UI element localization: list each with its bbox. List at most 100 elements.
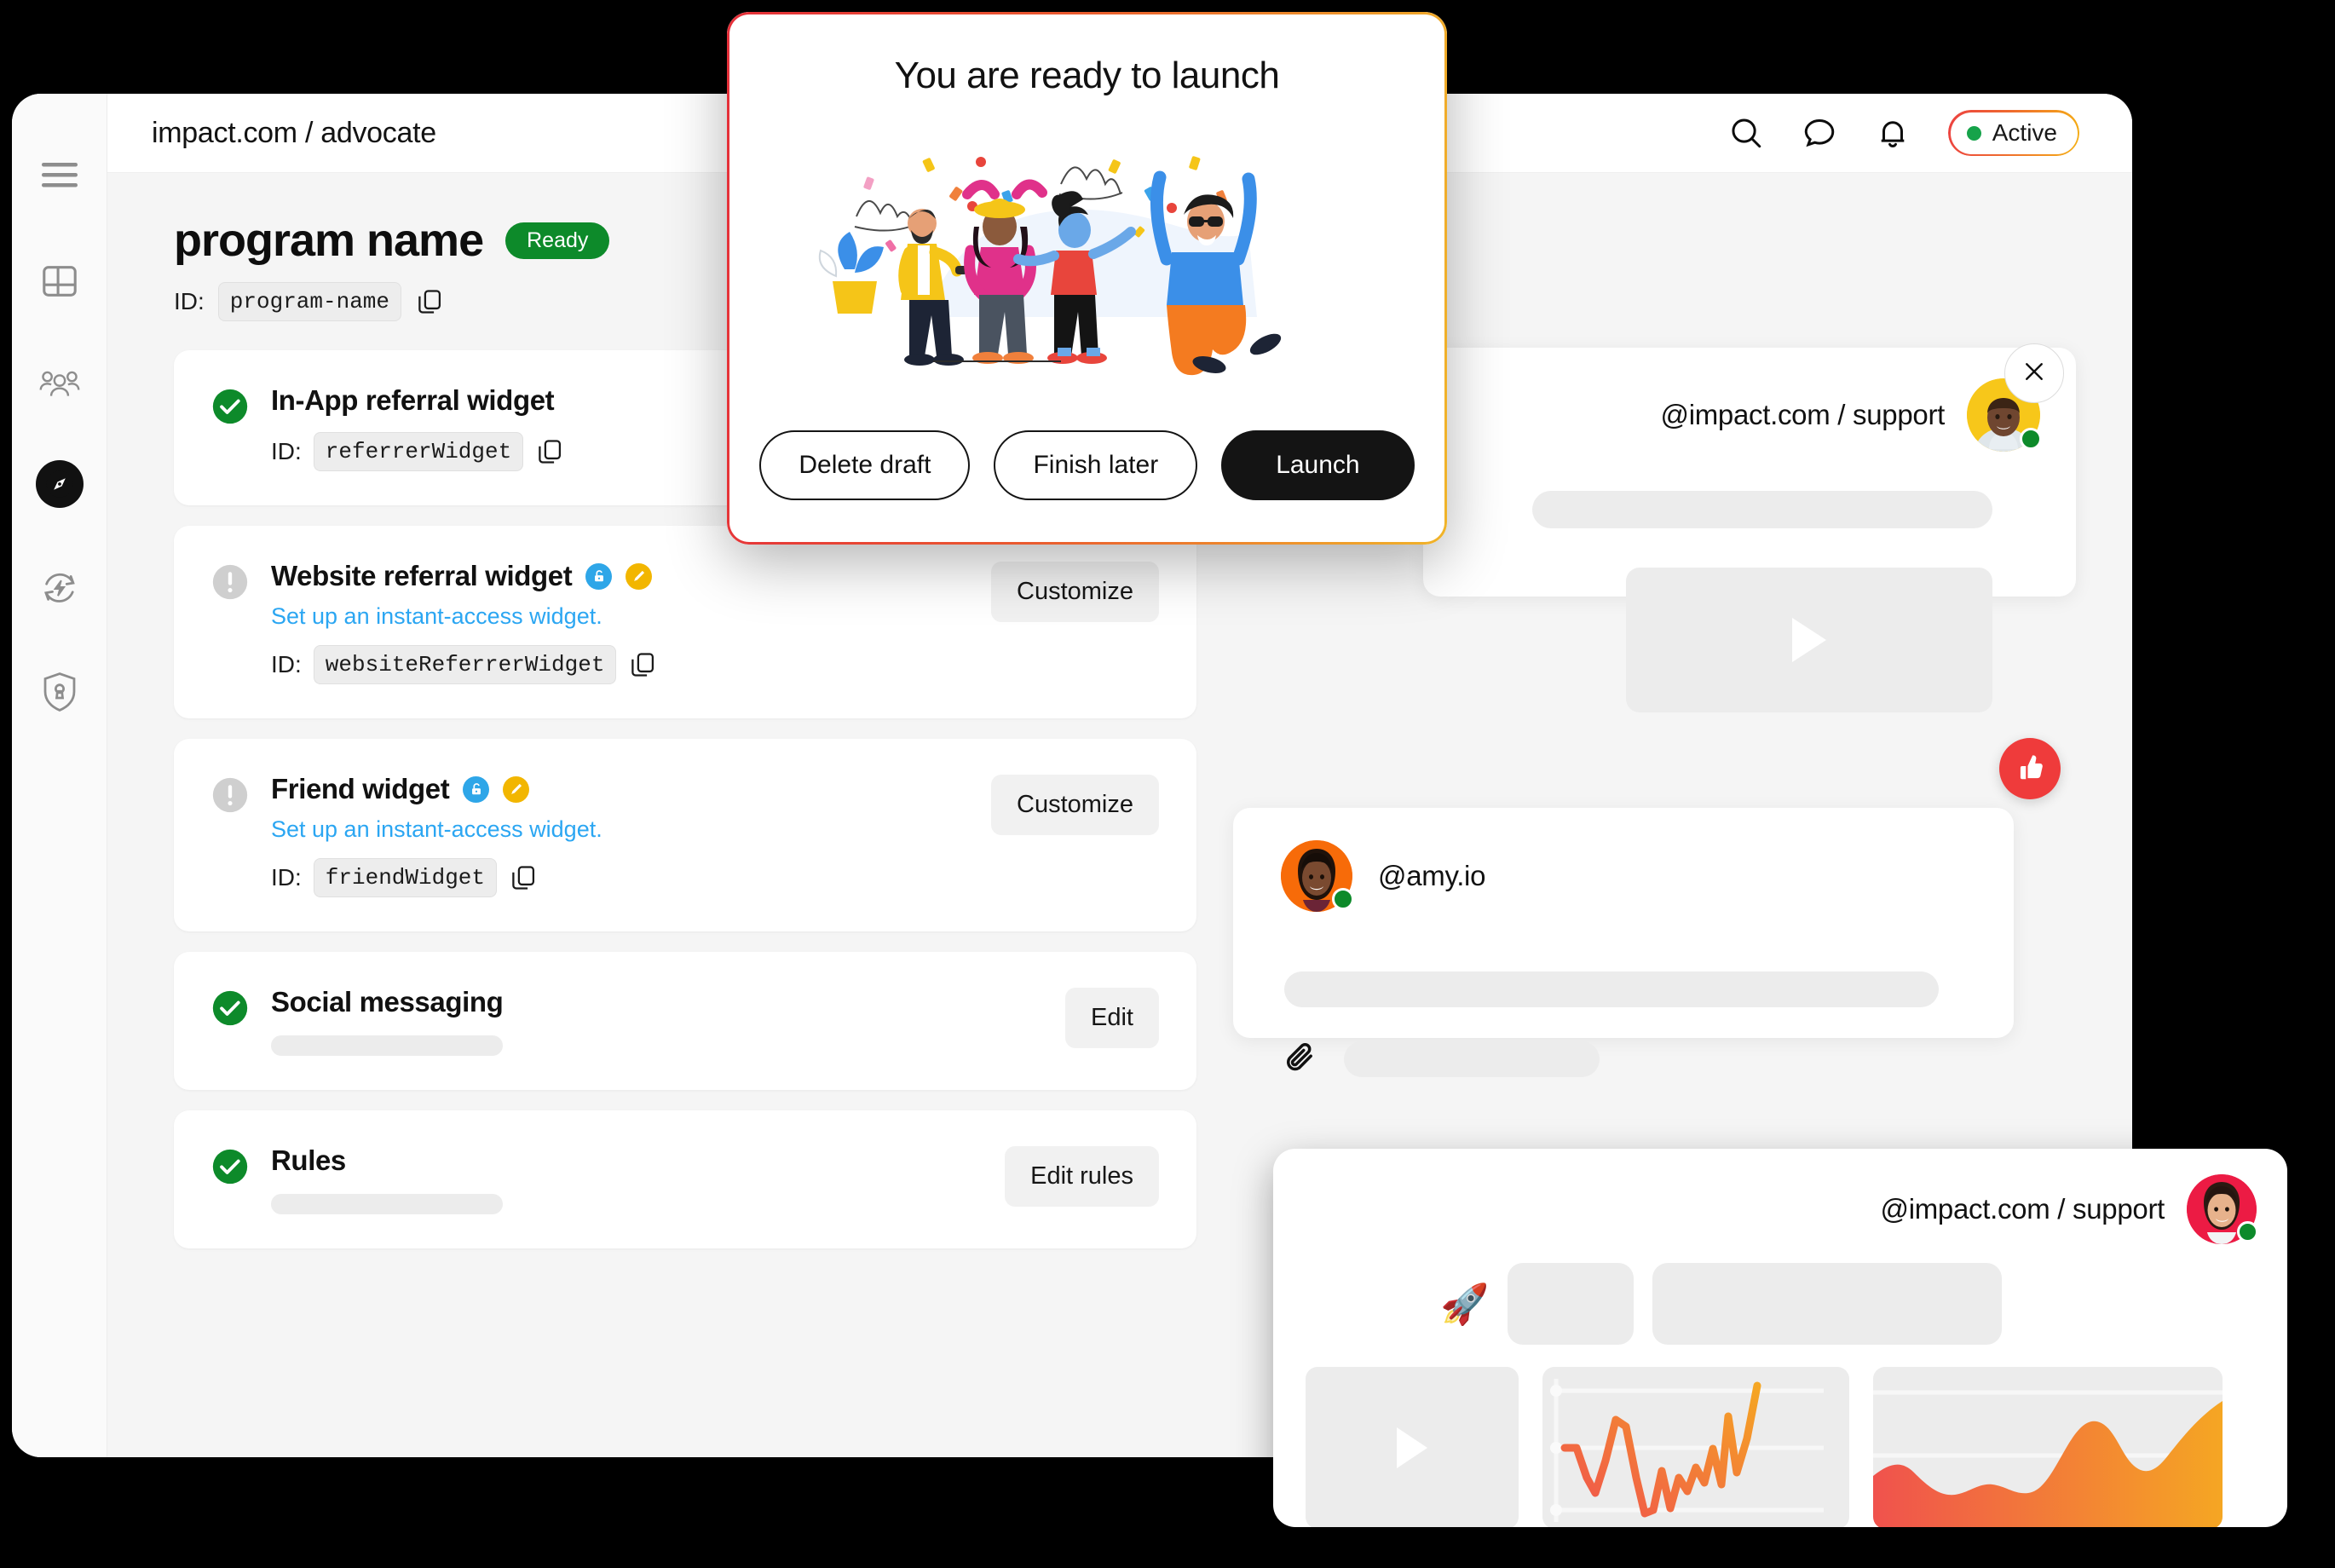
area-chart-svg (1873, 1390, 2223, 1527)
copy-icon[interactable] (509, 863, 538, 892)
celebration-people-confetti-illustration (805, 106, 1368, 378)
rocket-icon: 🚀 (1440, 1282, 1490, 1326)
amy-panel-header: @amy.io (1233, 808, 2014, 912)
thumbs-up-reaction-badge[interactable] (1999, 738, 2061, 799)
sidebar-item-automation[interactable] (34, 562, 85, 614)
card-social-messaging: Social messaging Edit (174, 952, 1196, 1090)
play-icon (1397, 1427, 1427, 1468)
sidebar-item-contacts[interactable] (34, 358, 85, 409)
card-subtitle-link[interactable]: Set up an instant-access widget. (271, 816, 991, 843)
online-status-dot (2237, 1221, 2258, 1242)
paperclip-icon[interactable] (1281, 1038, 1318, 1080)
card-id-row: ID: friendWidget (271, 858, 991, 897)
sidebar-item-security[interactable] (34, 666, 85, 718)
thumbs-up-icon (2014, 751, 2046, 787)
card-subtitle-link[interactable]: Set up an instant-access widget. (271, 603, 991, 630)
unlock-icon[interactable] (585, 562, 613, 590)
wide-placeholder (1652, 1263, 2003, 1345)
attachment-row (1281, 1038, 1600, 1080)
pencil-icon[interactable] (503, 775, 530, 803)
status-badge[interactable]: Active (1947, 110, 2079, 156)
close-button[interactable] (2004, 343, 2064, 403)
card-title: Website referral widget (271, 560, 573, 591)
shield-lock-icon (42, 672, 78, 712)
text-line-placeholder (1284, 971, 1939, 1007)
customize-button[interactable]: Customize (991, 562, 1159, 622)
dashboard-card-header: @impact.com / support (1273, 1149, 2287, 1244)
brand-title: impact.com / advocate (152, 116, 436, 149)
hamburger-icon (41, 161, 78, 188)
card-title: Rules (271, 1144, 346, 1176)
dashboard-preview-card: @impact.com / support 🚀 (1273, 1149, 2287, 1527)
chip-placeholder (1508, 1263, 1634, 1345)
area-chart-placeholder[interactable] (1873, 1367, 2223, 1527)
ready-badge: Ready (505, 222, 610, 259)
page-title: program name (174, 215, 484, 266)
sidebar-item-dashboard[interactable] (34, 256, 85, 307)
dashboard-tiles (1273, 1345, 2287, 1527)
finish-later-button[interactable]: Finish later (994, 430, 1198, 500)
exclamation-circle-icon (211, 563, 249, 684)
line-chart-placeholder[interactable] (1542, 1367, 1849, 1527)
edit-rules-button[interactable]: Edit rules (1005, 1146, 1159, 1207)
card-id-label: ID: (271, 438, 302, 464)
card-rules: Rules Edit rules (174, 1110, 1196, 1248)
status-dot (1966, 125, 1981, 141)
dashboard-card-subrow: 🚀 (1273, 1244, 2287, 1345)
dashboard-layout-icon (40, 262, 79, 301)
online-status-dot (2020, 428, 2042, 450)
card-id-value: websiteReferrerWidget (313, 645, 617, 684)
card-friend-widget: Friend widget Set up an instant-access w… (174, 739, 1196, 931)
copy-icon[interactable] (628, 650, 657, 679)
bell-icon[interactable] (1875, 115, 1911, 151)
card-id-value: referrerWidget (313, 432, 524, 471)
video-placeholder[interactable] (1306, 1367, 1519, 1527)
check-circle-icon (211, 989, 249, 1056)
support-panel-header: @impact.com / support (1423, 348, 2076, 452)
sidebar-item-menu[interactable] (34, 149, 85, 200)
video-placeholder[interactable] (1626, 568, 1992, 712)
card-title: Social messaging (271, 986, 504, 1017)
compass-icon (45, 470, 74, 499)
copy-icon[interactable] (415, 287, 444, 316)
lightning-refresh-icon (39, 569, 80, 607)
program-id-value: program-name (217, 282, 402, 321)
customize-button[interactable]: Customize (991, 775, 1159, 835)
card-id-row: ID: websiteReferrerWidget (271, 645, 991, 684)
check-circle-icon (211, 1148, 249, 1214)
launch-modal: You are ready to launch Delete draft Fin… (727, 12, 1447, 545)
people-group-icon (39, 366, 80, 401)
screenshot-stage: impact.com / advocate Active program nam… (0, 0, 2335, 1568)
program-id-label: ID: (174, 288, 205, 314)
content-placeholder-bar (271, 1035, 503, 1056)
sidebar (12, 94, 107, 1457)
status-label: Active (1992, 119, 2057, 146)
attachment-line-placeholder (1344, 1041, 1600, 1077)
text-line-placeholder (1532, 491, 1992, 528)
amy-chat-panel: @amy.io (1233, 808, 2014, 1077)
close-icon (2021, 359, 2047, 389)
launch-button[interactable]: Launch (1221, 430, 1415, 500)
card-title: In-App referral widget (271, 384, 555, 416)
support-chat-panel: @impact.com / support (1423, 348, 2076, 712)
content-placeholder-bar (271, 1194, 503, 1214)
modal-actions: Delete draft Finish later Launch (727, 430, 1447, 500)
chat-bubble-icon[interactable] (1802, 115, 1837, 151)
delete-draft-button[interactable]: Delete draft (759, 430, 971, 500)
unlock-icon[interactable] (463, 775, 490, 803)
copy-icon[interactable] (535, 437, 564, 466)
pencil-icon[interactable] (626, 562, 653, 590)
support-handle: @impact.com / support (1660, 399, 1946, 430)
sidebar-item-explore[interactable] (36, 460, 84, 508)
avatar[interactable] (1281, 840, 1354, 912)
play-icon (1792, 618, 1826, 662)
dashboard-handle: @impact.com / support (1880, 1193, 2165, 1225)
amy-handle: @amy.io (1378, 860, 1486, 891)
search-icon[interactable] (1728, 115, 1764, 151)
card-id-label: ID: (271, 651, 302, 677)
card-id-label: ID: (271, 864, 302, 891)
line-chart-svg (1550, 1379, 1824, 1522)
edit-button[interactable]: Edit (1065, 988, 1159, 1048)
avatar[interactable] (2187, 1174, 2258, 1244)
card-title: Friend widget (271, 773, 450, 804)
